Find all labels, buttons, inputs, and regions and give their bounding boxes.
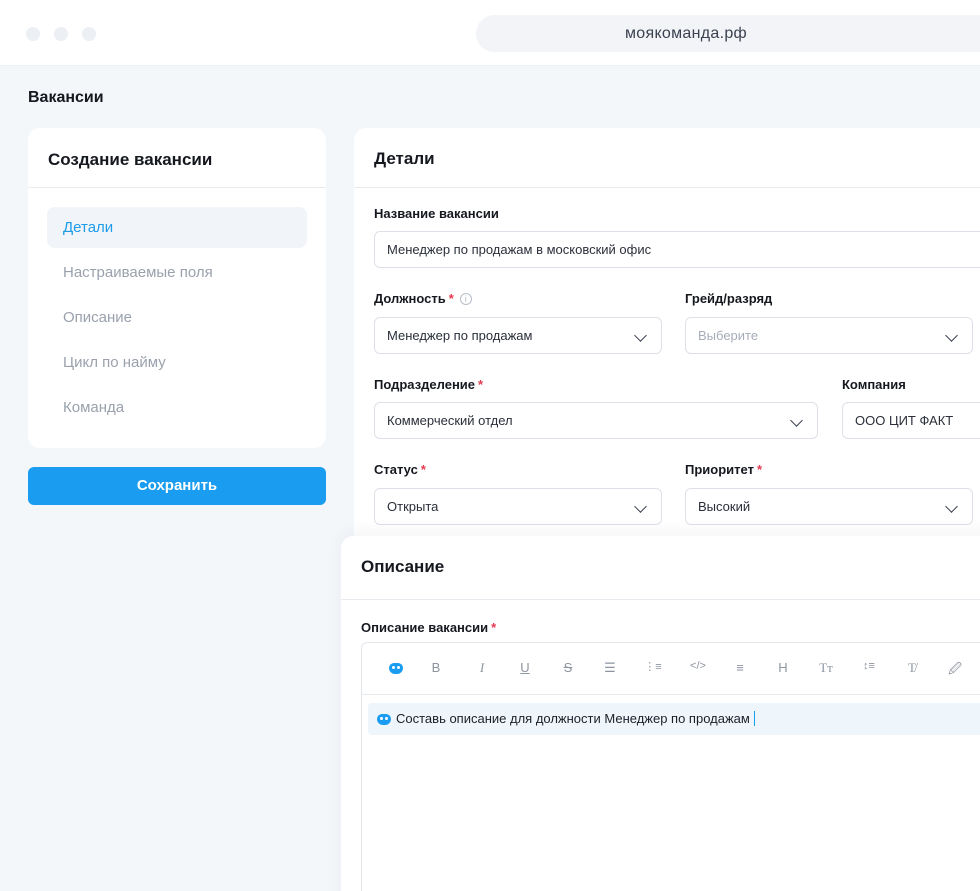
position-label-text: Должность	[374, 291, 446, 306]
align-icon[interactable]: ≡	[730, 660, 750, 675]
status-label: Статус *	[374, 462, 426, 477]
department-select[interactable]: Коммерческий отдел	[374, 402, 818, 439]
window-minimize-dot[interactable]	[54, 27, 68, 41]
step-custom-fields[interactable]: Настраиваемые поля	[47, 252, 307, 293]
address-text: моякоманда.рф	[624, 25, 748, 42]
department-label: Подразделение *	[374, 377, 483, 392]
priority-label: Приоритет *	[685, 462, 762, 477]
chevron-down-icon	[634, 329, 647, 342]
required-mark: *	[491, 620, 497, 635]
numbered-list-icon[interactable]: ⋮≡	[643, 660, 663, 673]
ai-assistant-icon[interactable]	[389, 663, 403, 674]
step-description[interactable]: Описание	[47, 297, 307, 338]
divider	[28, 187, 326, 188]
chevron-down-icon	[634, 500, 647, 513]
editor-toolbar: B I U S ☰ ⋮≡ </> ≡ H Tт ↕≡ T̸ 🖉	[362, 643, 980, 695]
vacancy-name-input[interactable]: Менеджер по продажам в московский офис	[374, 231, 980, 268]
description-field-label: Описание вакансии *	[361, 620, 496, 635]
rich-text-editor[interactable]: B I U S ☰ ⋮≡ </> ≡ H Tт ↕≡ T̸ 🖉 Составь …	[361, 642, 980, 891]
ai-prompt-text: Составь описание для должности Менеджер …	[396, 711, 750, 726]
position-value: Менеджер по продажам	[387, 328, 533, 343]
department-value: Коммерческий отдел	[387, 413, 513, 428]
text-cursor	[753, 711, 755, 726]
status-value: Открыта	[387, 499, 439, 514]
required-mark: *	[448, 291, 454, 306]
chevron-down-icon	[790, 414, 803, 427]
steps-title: Создание вакансии	[48, 150, 213, 169]
chevron-down-icon	[945, 329, 958, 342]
window-maximize-dot[interactable]	[82, 27, 96, 41]
page-title: Вакансии	[28, 89, 104, 106]
bold-icon[interactable]: B	[426, 660, 446, 675]
ai-assistant-icon	[377, 714, 391, 725]
ai-prompt-line[interactable]: Составь описание для должности Менеджер …	[368, 703, 980, 735]
description-card: Описание Описание вакансии * B I U S ☰ ⋮≡…	[341, 536, 980, 891]
status-label-text: Статус	[374, 462, 418, 477]
strikethrough-icon[interactable]: S	[558, 660, 578, 675]
divider	[354, 187, 980, 188]
italic-icon[interactable]: I	[472, 660, 492, 676]
grade-label: Грейд/разряд	[685, 291, 773, 306]
window-close-dot[interactable]	[26, 27, 40, 41]
line-height-icon[interactable]: ↕≡	[859, 660, 879, 672]
step-details[interactable]: Детали	[47, 207, 307, 248]
position-select[interactable]: Менеджер по продажам	[374, 317, 662, 354]
bullet-list-icon[interactable]: ☰	[600, 660, 620, 676]
details-title: Детали	[374, 149, 435, 168]
underline-icon[interactable]: U	[515, 660, 535, 675]
status-select[interactable]: Открыта	[374, 488, 662, 525]
details-card: Детали Название вакансии Менеджер по про…	[354, 128, 980, 548]
department-label-text: Подразделение	[374, 377, 476, 392]
divider	[341, 599, 980, 600]
required-mark: *	[420, 462, 426, 477]
save-button[interactable]: Сохранить	[28, 467, 326, 505]
chevron-down-icon	[945, 500, 958, 513]
required-mark: *	[478, 377, 484, 392]
browser-bar: моякоманда.рф	[0, 0, 980, 66]
company-label: Компания	[842, 377, 906, 392]
clear-format-icon[interactable]: T̸	[902, 660, 922, 676]
description-field-label-text: Описание вакансии	[361, 620, 489, 635]
address-bar[interactable]: моякоманда.рф	[476, 15, 980, 52]
grade-select[interactable]: Выберите	[685, 317, 973, 354]
priority-value: Высокий	[698, 499, 751, 514]
company-input[interactable]: ООО ЦИТ ФАКТ	[842, 402, 980, 439]
info-icon[interactable]: i	[459, 293, 472, 305]
priority-label-text: Приоритет	[685, 462, 754, 477]
steps-card: Создание вакансии Детали Настраиваемые п…	[28, 128, 326, 448]
step-hiring-cycle[interactable]: Цикл по найму	[47, 342, 307, 383]
heading-icon[interactable]: H	[773, 660, 793, 675]
pen-icon[interactable]: 🖉	[945, 660, 965, 682]
required-mark: *	[756, 462, 763, 477]
text-size-icon[interactable]: Tт	[816, 660, 836, 676]
description-title: Описание	[361, 557, 445, 576]
priority-select[interactable]: Высокий	[685, 488, 973, 525]
code-icon[interactable]: </>	[688, 660, 708, 672]
step-team[interactable]: Команда	[47, 387, 307, 428]
position-label: Должность * i	[374, 291, 472, 306]
vacancy-name-label: Название вакансии	[374, 206, 499, 221]
app-area: Вакансии Создание вакансии Детали Настра…	[0, 66, 980, 891]
grade-placeholder: Выберите	[698, 328, 759, 343]
